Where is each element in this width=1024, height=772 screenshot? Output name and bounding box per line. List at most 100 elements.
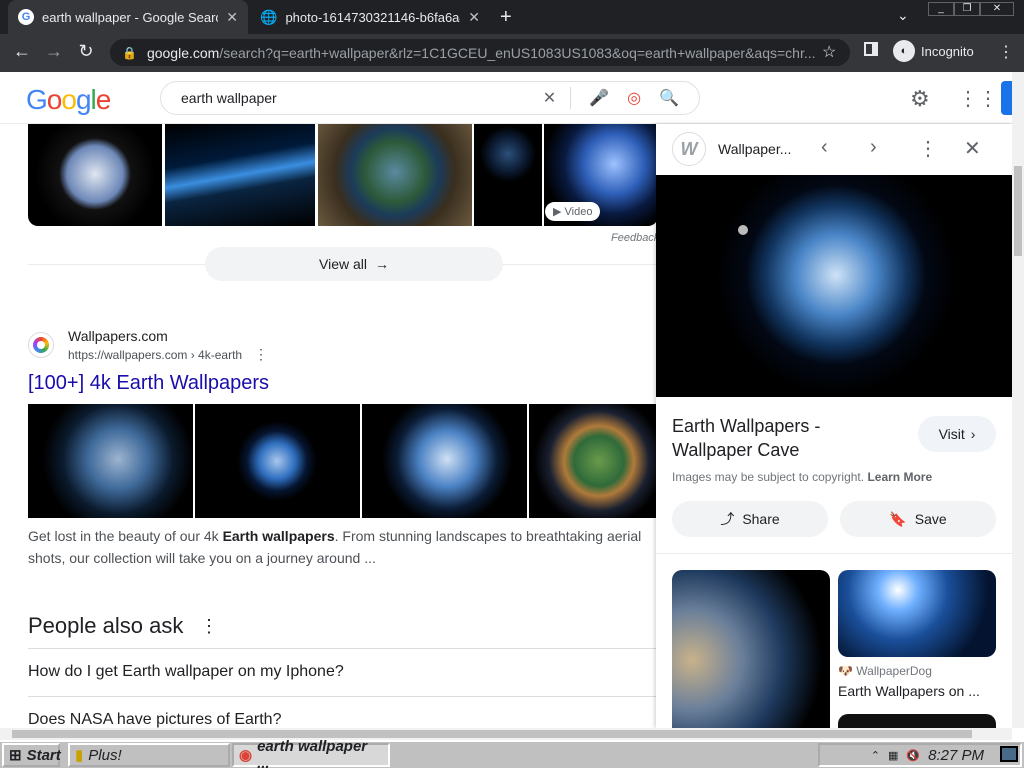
image-preview-panel: W Wallpaper... ‹ › ⋮ ✕ Earth Wallpapers … (656, 124, 1012, 728)
windows-logo-icon: ⊞ (9, 747, 22, 764)
paa-question[interactable]: Does NASA have pictures of Earth? (28, 711, 281, 729)
divider (28, 648, 656, 649)
close-panel-icon[interactable]: ✕ (964, 136, 981, 161)
result-image-1[interactable] (28, 404, 193, 518)
bookmark-star-icon[interactable]: ☆ (822, 42, 836, 62)
video-badge: ▶ Video (545, 202, 601, 221)
search-icon[interactable]: 🔍 (659, 88, 679, 108)
address-bar[interactable]: 🔒 google.com/search?q=earth+wallpaper&rl… (110, 39, 850, 66)
previous-icon[interactable]: ‹ (821, 136, 828, 159)
result-title-link[interactable]: [100+] 4k Earth Wallpapers (28, 372, 269, 395)
globe-icon: 🌐 (260, 8, 278, 25)
new-tab-button[interactable]: + (500, 6, 512, 29)
result-snippet: Get lost in the beauty of our 4k Earth w… (28, 528, 642, 566)
taskbar-item-chrome[interactable]: ◉ earth wallpaper ... (232, 738, 390, 772)
result-images (28, 404, 658, 518)
settings-gear-icon[interactable]: ⚙ (910, 86, 930, 112)
related-image-2[interactable] (838, 570, 996, 657)
view-all-button[interactable]: View all → (205, 247, 503, 281)
site-favicon-icon (28, 332, 54, 358)
save-button[interactable]: 🔖 Save (840, 501, 996, 537)
apps-grid-icon[interactable]: ⋮⋮ (958, 86, 998, 111)
related-source[interactable]: 🐶 WallpaperDog (838, 664, 932, 678)
clear-icon[interactable]: ✕ (543, 88, 556, 108)
search-input[interactable]: earth wallpaper (181, 90, 525, 106)
restore-button[interactable]: ❐ (954, 2, 980, 16)
tab-photo[interactable]: 🌐 photo-1614730321146-b6fa6a46 ✕ (250, 0, 490, 34)
back-icon[interactable]: ← (10, 41, 34, 62)
panel-title[interactable]: Earth Wallpapers - Wallpaper Cave (672, 414, 872, 462)
earth-image-1[interactable] (28, 124, 162, 226)
chevron-right-icon: › (970, 426, 976, 442)
divider (656, 553, 1012, 554)
people-also-ask-heading: People also ask (28, 613, 184, 638)
result-more-icon[interactable]: ⋮ (254, 346, 268, 363)
tray-arrow-icon[interactable]: ⌃ (871, 749, 880, 762)
result-image-4[interactable] (529, 404, 658, 518)
system-tray: ⌃ ▦ 🔇 8:27 PM (818, 743, 1022, 767)
horizontal-scroll-thumb[interactable] (12, 730, 972, 738)
arrow-right-icon: → (375, 256, 389, 272)
feedback-link[interactable]: Feedback (611, 232, 659, 244)
visit-button[interactable]: Visit › (918, 416, 996, 452)
earth-image-3[interactable] (318, 124, 472, 226)
incognito-indicator[interactable]: ◐ Incognito (893, 40, 974, 62)
result-site-name[interactable]: Wallpapers.com (68, 328, 168, 344)
result-image-2[interactable] (195, 404, 360, 518)
panel-source[interactable]: Wallpaper... (718, 141, 791, 157)
google-favicon-icon: G (18, 9, 34, 25)
chrome-icon: ◉ (239, 747, 253, 764)
minimize-button[interactable]: _ (928, 2, 954, 16)
divider (28, 696, 656, 697)
volume-muted-icon[interactable]: 🔇 (906, 749, 920, 762)
network-icon[interactable]: ▦ (888, 749, 898, 762)
preview-image[interactable] (656, 175, 1012, 397)
tab-google-search[interactable]: G earth wallpaper - Google Search ✕ (8, 0, 248, 34)
vertical-scroll-thumb[interactable] (1014, 166, 1022, 256)
tab-search-chevron-icon[interactable]: ⌄ (897, 7, 909, 24)
view-all-label: View all (319, 256, 367, 272)
earth-image-2[interactable] (165, 124, 315, 226)
incognito-icon: ◐ (893, 40, 915, 62)
paa-question[interactable]: How do I get Earth wallpaper on my Iphon… (28, 663, 344, 681)
taskbar-item-plus[interactable]: ▮ Plus! (68, 743, 230, 767)
related-title[interactable]: Earth Wallpapers on ... (838, 683, 980, 699)
wallpaperdog-icon: 🐶 (838, 664, 853, 678)
clock[interactable]: 8:27 PM (928, 747, 984, 764)
result-url[interactable]: https://wallpapers.com › 4k-earth (68, 348, 242, 362)
url-host: google.com (146, 44, 220, 61)
lens-icon[interactable]: ◎ (627, 88, 641, 108)
more-options-icon[interactable]: ⋮ (918, 136, 938, 161)
side-panel-icon[interactable] (864, 42, 878, 56)
related-image-3[interactable] (838, 714, 996, 728)
share-icon: ⤴ (720, 511, 735, 527)
close-tab-icon[interactable]: ✕ (226, 9, 238, 26)
close-tab-icon[interactable]: ✕ (468, 9, 480, 26)
folder-icon: ▮ (75, 747, 84, 764)
wallpaper-cave-logo-icon: W (672, 132, 706, 166)
bookmark-icon: 🔖 (889, 510, 907, 527)
tab-title: earth wallpaper - Google Search (42, 9, 219, 25)
moon-shape (738, 225, 748, 235)
next-icon[interactable]: › (870, 136, 877, 159)
start-button[interactable]: ⊞ Start (2, 743, 61, 767)
show-desktop-icon[interactable] (1000, 746, 1018, 762)
reload-icon[interactable]: ↻ (74, 41, 98, 62)
google-logo[interactable]: Google (26, 84, 111, 116)
close-window-button[interactable]: ✕ (980, 2, 1014, 16)
forward-icon[interactable]: → (42, 41, 66, 62)
search-box[interactable]: earth wallpaper ✕ 🎤 ◎ 🔍 (160, 81, 700, 115)
copyright-note: Images may be subject to copyright. Lear… (672, 470, 933, 484)
sign-in-button[interactable] (1001, 81, 1012, 115)
related-image-1[interactable] (672, 570, 830, 728)
result-image-3[interactable] (362, 404, 527, 518)
microphone-icon[interactable]: 🎤 (589, 88, 609, 108)
earth-image-4[interactable] (474, 124, 542, 226)
share-button[interactable]: ⤴ Share (672, 501, 828, 537)
learn-more-link[interactable]: Learn More (867, 470, 932, 484)
paa-more-icon[interactable]: ⋮ (200, 616, 218, 637)
browser-menu-icon[interactable]: ⋮ (998, 42, 1014, 62)
url-path: /search?q=earth+wallpaper&rlz=1C1GCEU_en… (219, 44, 816, 61)
tab-title: photo-1614730321146-b6fa6a46 (285, 9, 461, 25)
lock-icon: 🔒 (122, 45, 137, 60)
